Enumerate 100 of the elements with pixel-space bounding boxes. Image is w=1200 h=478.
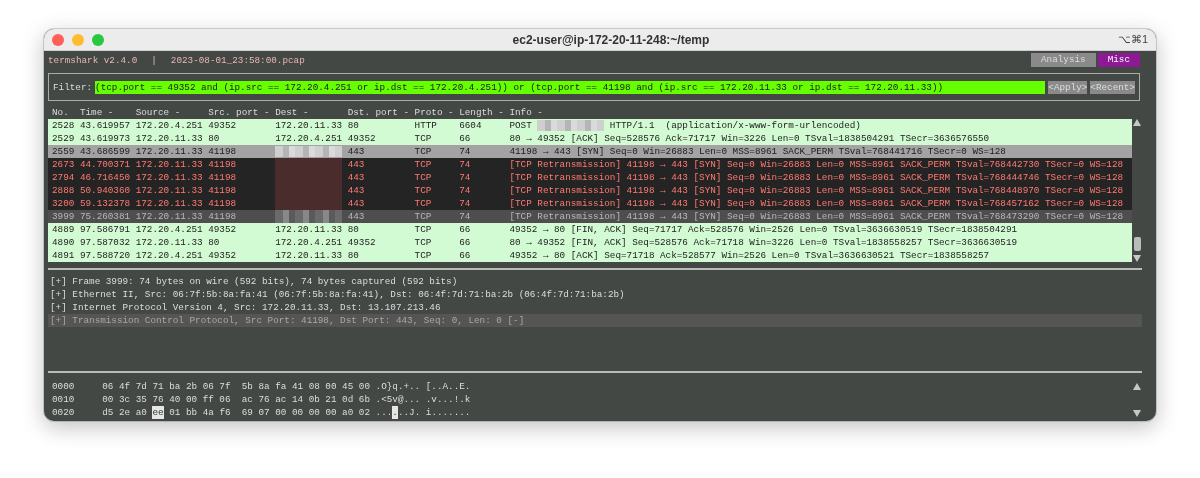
menu-tab[interactable]: Misc (1097, 53, 1140, 67)
table-cell-text: 46.716450 (79, 171, 132, 185)
hex-bytes[interactable]: d5 2e a0 (102, 406, 147, 419)
packet-row[interactable]: 2673 44.700371 172.20.11.33 41198 443 TCP 74 [TCP Retransmission] 41198 → 443 [SYN] Seq=0 Win=26883 Len=0 MSS=8961 SACK_PERM TSval=768442730 TSecr=0 WS=128 (48, 158, 1132, 171)
ascii-text[interactable]: .<5v@... .v...!.k (375, 393, 471, 406)
blurred-text (275, 158, 343, 172)
table-cell-text: 2529 (52, 132, 76, 145)
app-title: termshark v2.4.0 (48, 53, 138, 67)
ascii-text[interactable]: ... (375, 406, 393, 419)
packet-row[interactable]: 2794 46.716450 172.20.11.33 41198 443 TCP 74 [TCP Retransmission] 41198 → 443 [SYN] Seq=0 Win=26883 Len=0 MSS=8961 SACK_PERM TSval=768444746 TSecr=0 WS=128 (48, 171, 1132, 184)
scroll-down-icon[interactable] (1133, 410, 1141, 417)
table-cell: [TCP Retransmission] 41198 → 443 [SYN] Seq=0 Win=26883 Len=0 MSS=8961 SACK_PERM TSval=768457162 TSecr=0 WS=128 (509, 198, 1124, 209)
table-cell-text: 172.20.11.33 (135, 210, 204, 224)
table-cell-text: TCP (414, 145, 433, 158)
table-cell-text: 41198 (208, 184, 238, 198)
table-cell: 172.20.11.33 (275, 224, 343, 235)
table-cell-text: 49352 (208, 223, 238, 236)
table-cell-text: TCP (414, 171, 433, 185)
table-cell-text: 59.132378 (79, 197, 132, 211)
column-header[interactable]: Proto - (414, 106, 460, 119)
column-header[interactable]: Src. port - (208, 106, 276, 119)
hex-bytes[interactable]: 01 bb 4a f6 69 07 00 00 00 00 a0 02 (169, 406, 371, 419)
packet-row[interactable]: 2528 43.619957 172.20.4.251 49352 172.20.11.33 80 HTTP 6604 POST HTTP/1.1 (application/x-www-form-urlencoded) (48, 119, 1132, 132)
detail-line[interactable]: [+] Internet Protocol Version 4, Src: 172.20.11.33, Dst: 13.107.213.46 (48, 301, 1142, 314)
column-header[interactable]: Dst. port - (347, 106, 415, 119)
table-cell-text: 172.20.11.33 (135, 171, 204, 185)
detail-line[interactable]: [+] Ethernet II, Src: 06:7f:5b:8a:fa:41 (06:7f:5b:8a:fa:41), Dst: 06:4f:7d:71:ba:2b (06:4f:7d:71:ba:2b) (48, 288, 1142, 301)
table-cell: 172.20.11.33 (275, 120, 343, 131)
table-cell-text: TCP (414, 223, 433, 236)
table-cell-text: 6604 (459, 119, 483, 132)
table-cell: [TCP Retransmission] 41198 → 443 [SYN] Seq=0 Win=26883 Len=0 MSS=8961 SACK_PERM TSval=768448970 TSecr=0 WS=128 (509, 185, 1124, 196)
table-cell-text: 4891 (52, 249, 76, 262)
shortcut-label: ⌥⌘1 (1117, 33, 1148, 46)
ascii-text[interactable]: .O}q.+.. [..A..E. (375, 380, 471, 393)
table-cell: 172.20.4.251 (275, 237, 343, 248)
table-cell-text: 80 (347, 223, 360, 236)
table-cell-text: 80 (208, 236, 221, 249)
column-header[interactable]: Time - (79, 106, 136, 119)
table-cell-text: 172.20.11.33 (135, 184, 204, 198)
table-cell-text: TCP (414, 184, 433, 198)
packet-row[interactable]: 2559 43.686599 172.20.11.33 41198 443 TCP 74 41198 → 443 [SYN] Seq=0 Win=26883 Len=0 MSS=8961 SACK_PERM TSval=768441716 TSecr=0 WS=128 (48, 145, 1132, 158)
table-cell-text: 2528 (52, 119, 76, 132)
table-cell-text: 66 (459, 132, 472, 145)
column-header[interactable]: Info - (509, 106, 1132, 119)
hex-offset: 0020 (52, 406, 76, 419)
packet-row[interactable]: 4889 97.586791 172.20.4.251 49352 172.20.11.33 80 TCP 66 49352 → 80 [FIN, ACK] Seq=71717 Ack=528576 Win=2526 Len=0 TSval=3636630519 TSecr=1838504291 (48, 223, 1132, 236)
table-cell-text: TCP (414, 197, 433, 211)
packet-row[interactable]: 3999 75.260381 172.20.11.33 41198 443 TCP 74 [TCP Retransmission] 41198 → 443 [SYN] Seq=0 Win=26883 Len=0 MSS=8961 SACK_PERM TSval=768473290 TSecr=0 WS=128 (48, 210, 1132, 223)
table-cell-text: TCP (414, 158, 433, 172)
table-cell: POST (509, 120, 532, 131)
table-cell-text: 443 (347, 210, 366, 224)
scroll-down-icon[interactable] (1133, 255, 1141, 262)
packet-row[interactable]: 2888 50.940360 172.20.11.33 41198 443 TCP 74 [TCP Retransmission] 41198 → 443 [SYN] Seq=0 Win=26883 Len=0 MSS=8961 SACK_PERM TSval=768448970 TSecr=0 WS=128 (48, 184, 1132, 197)
detail-line[interactable]: [+] Frame 3999: 74 bytes on wire (592 bits), 74 bytes captured (592 bits) (48, 275, 1142, 288)
table-cell-text: 66 (459, 249, 472, 262)
table-cell-text: TCP (414, 249, 433, 262)
table-cell-text: 443 (347, 171, 366, 185)
scroll-up-icon[interactable] (1133, 383, 1141, 390)
ascii-text[interactable]: . (392, 406, 398, 419)
table-cell-text: 3999 (52, 210, 76, 224)
hex-offset: 0010 (52, 393, 76, 406)
table-cell-text: 41198 (208, 210, 238, 224)
column-header[interactable]: No. (52, 106, 80, 119)
ascii-text[interactable]: ..J. i....... (397, 406, 471, 419)
table-cell-text: 80 (347, 249, 360, 262)
table-cell-text: 172.20.11.33 (135, 145, 204, 158)
window-title: ec2-user@ip-172-20-11-248:~/temp (511, 32, 711, 47)
table-cell: [TCP Retransmission] 41198 → 443 [SYN] Seq=0 Win=26883 Len=0 MSS=8961 SACK_PERM TSval=768473290 TSecr=0 WS=128 (509, 211, 1124, 222)
table-cell-text: 443 (347, 197, 366, 211)
close-button[interactable] (52, 33, 64, 46)
packet-row[interactable]: 3200 59.132378 172.20.11.33 41198 443 TCP 74 [TCP Retransmission] 41198 → 443 [SYN] Seq=0 Win=26883 Len=0 MSS=8961 SACK_PERM TSval=768457162 TSecr=0 WS=128 (48, 197, 1132, 210)
table-cell: [TCP Retransmission] 41198 → 443 [SYN] Seq=0 Win=26883 Len=0 MSS=8961 SACK_PERM TSval=768442730 TSecr=0 WS=128 (509, 159, 1124, 170)
packet-row[interactable]: 4891 97.588720 172.20.4.251 49352 172.20.11.33 80 TCP 66 49352 → 80 [ACK] Seq=71718 Ack=528577 Win=2526 Len=0 TSval=3636630521 TSecr=1838558257 (48, 249, 1132, 262)
table-cell-text: 80 (208, 132, 221, 145)
table-cell-text: 80 (347, 119, 360, 132)
table-cell-text: 74 (459, 145, 472, 158)
table-cell: 80 → 49352 [FIN, ACK] Seq=528576 Ack=71718 Win=3226 Len=0 TSval=1838558257 TSecr=3636630519 (509, 237, 1018, 248)
table-cell-text: 172.20.11.33 (135, 132, 204, 145)
hex-bytes[interactable]: ee (152, 406, 164, 419)
scrollbar-thumb[interactable] (1133, 237, 1141, 251)
packet-row[interactable]: 2529 43.619973 172.20.11.33 80 172.20.4.251 49352 TCP 66 80 → 49352 [ACK] Seq=528576 Ack=71717 Win=3226 Len=0 TSval=1838504291 TSecr=3636576550 (48, 132, 1132, 145)
table-cell: 41198 → 443 [SYN] Seq=0 Win=26883 Len=0 MSS=8961 SACK_PERM TSval=768441716 TSecr=0 WS=128 (509, 146, 1006, 157)
table-cell-text: 44.700371 (79, 158, 132, 172)
table-cell: 80 → 49352 [ACK] Seq=528576 Ack=71717 Win=3226 Len=0 TSval=1838504291 TSecr=3636576550 (509, 133, 990, 144)
table-cell-text: 172.20.4.251 (135, 223, 204, 236)
table-cell: [TCP Retransmission] 41198 → 443 [SYN] Seq=0 Win=26883 Len=0 MSS=8961 SACK_PERM TSval=768444746 TSecr=0 WS=128 (509, 172, 1124, 183)
table-cell-text: 74 (459, 210, 472, 224)
hex-bytes[interactable]: 06 4f 7d 71 ba 2b 06 7f 5b 8a fa 41 08 00 45 00 (102, 380, 370, 393)
separator: | (151, 53, 157, 67)
table-cell-text: 49352 (347, 236, 377, 249)
filter-field[interactable]: (tcp.port == 49352 and (ip.src == 172.20.4.251 or ip.dst == 172.20.4.251)) or (tcp.port == 41198 and (ip.src == 172.20.11.33 or ip.dst == 172.20.11.33)) (95, 80, 1046, 94)
hex-bytes[interactable]: 00 3c 35 76 40 00 ff 06 ac 76 ac 14 0b 21 0d 6b (102, 393, 370, 406)
column-header[interactable]: Dest - (275, 106, 348, 119)
scroll-up-icon[interactable] (1133, 119, 1141, 126)
table-cell-text: 74 (459, 158, 472, 172)
column-header[interactable]: Source - (135, 106, 209, 119)
column-header[interactable]: Length - (459, 106, 510, 119)
packet-row[interactable]: 4890 97.587032 172.20.11.33 80 172.20.4.251 49352 TCP 66 80 → 49352 [FIN, ACK] Seq=528576 Ack=71718 Win=3226 Len=0 TSval=1838558257 TSecr=3636630519 (48, 236, 1132, 249)
table-cell-text: 172.20.4.251 (135, 119, 204, 132)
table-cell-text: 49352 (208, 249, 238, 262)
